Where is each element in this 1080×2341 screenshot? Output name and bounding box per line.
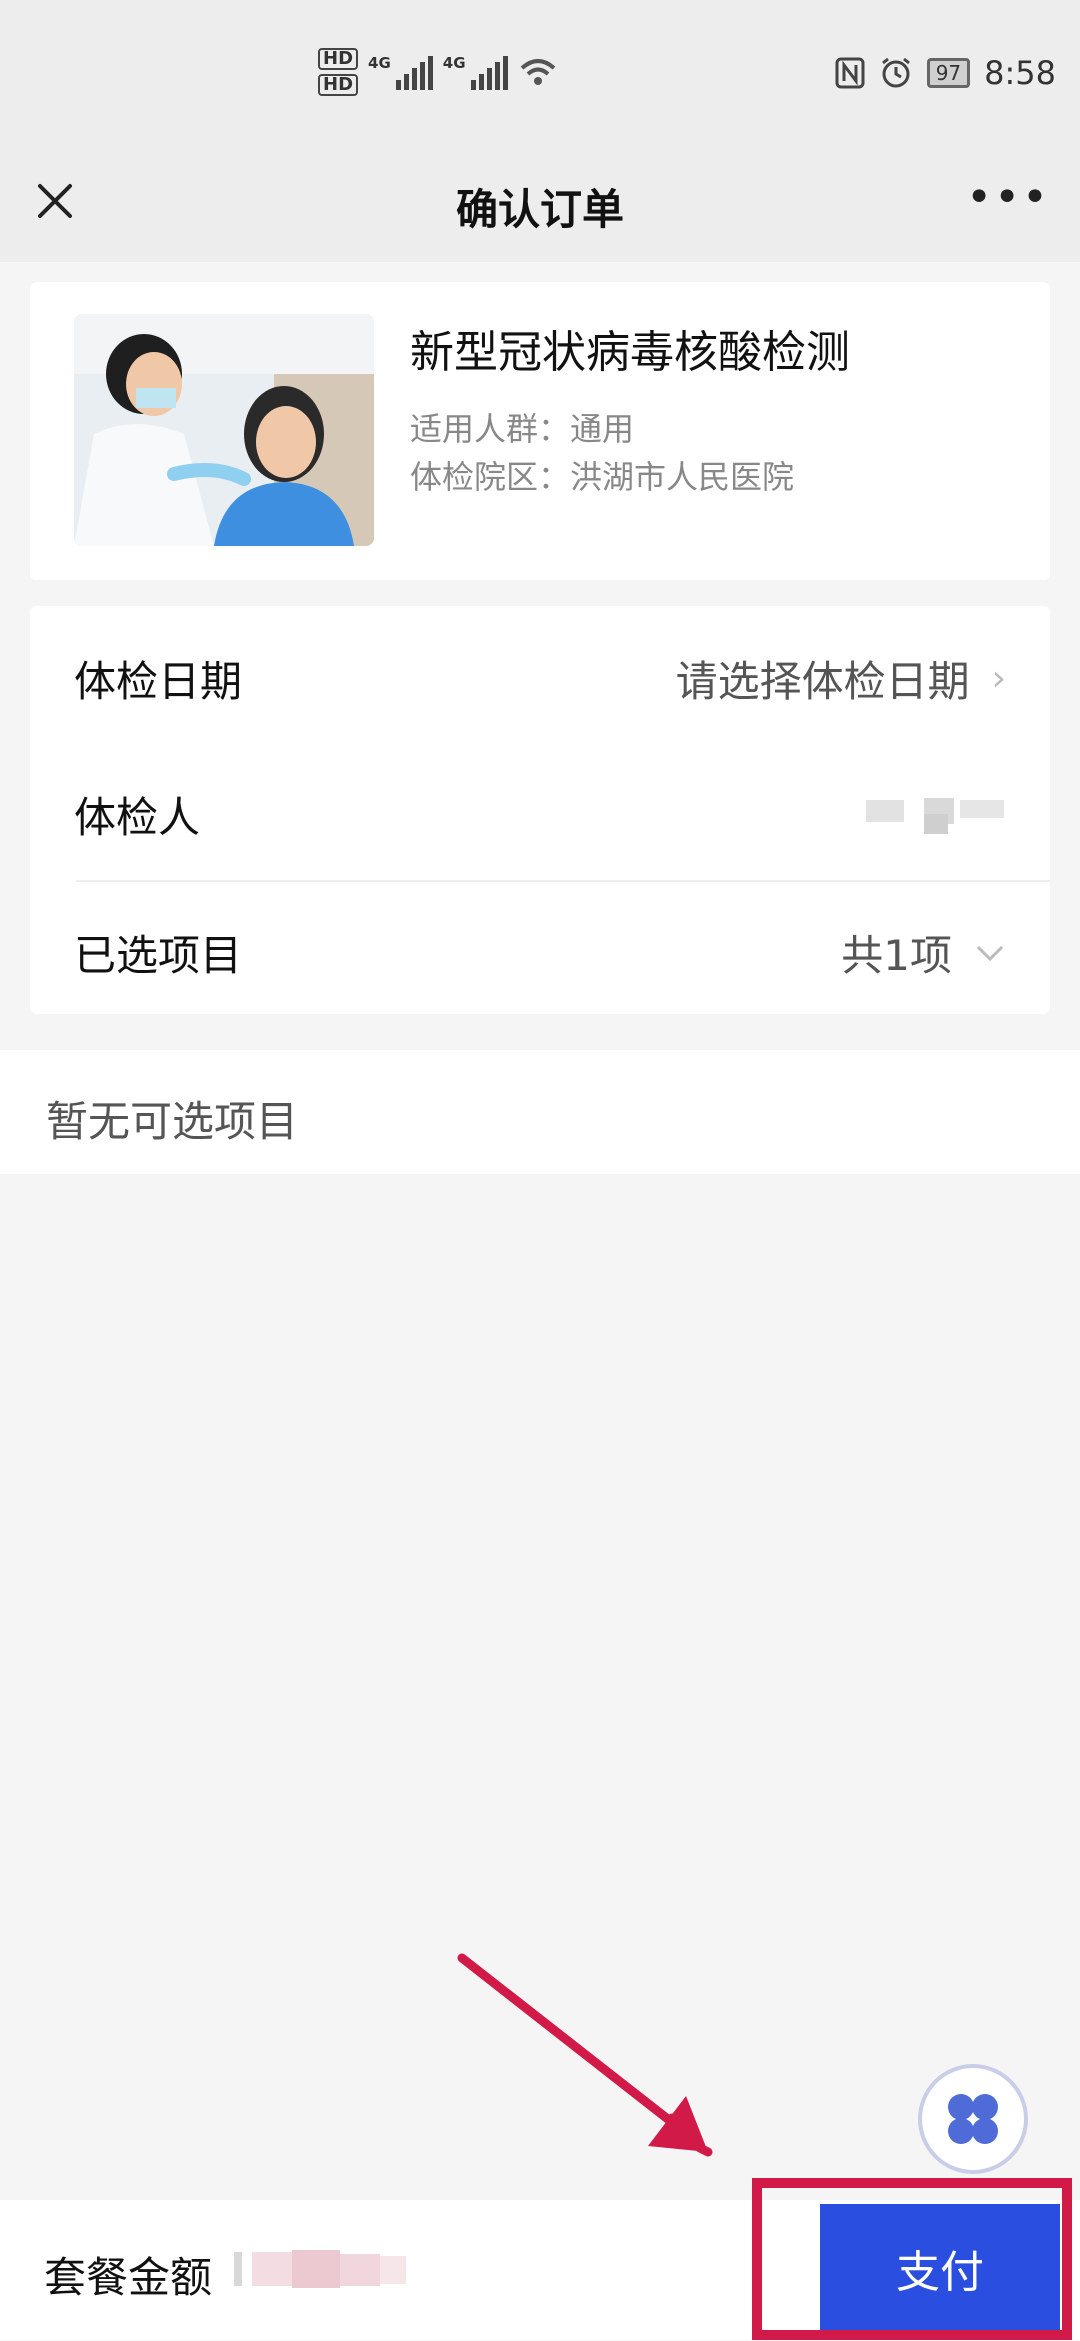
nfc-icon — [835, 57, 865, 89]
package-amount-redacted — [234, 2250, 406, 2288]
status-bar-left: HD HD 4G 4G — [318, 48, 558, 96]
empty-items-note: 暂无可选项目 — [0, 1050, 1080, 1174]
network-type-2: 4G — [442, 54, 466, 72]
hd-badges: HD HD — [318, 48, 359, 96]
exam-date-row[interactable]: 体检日期 请选择体检日期 › — [30, 606, 1050, 742]
product-card[interactable]: 新型冠状病毒核酸检测 适用人群：通用 体检院区：洪湖市人民医院 — [30, 282, 1050, 580]
exam-date-value: 请选择体检日期 › — [676, 648, 1006, 709]
order-info-list: 体检日期 请选择体检日期 › 体检人 已选项目 共1项 — [30, 606, 1050, 1014]
battery-indicator: 97 — [926, 58, 971, 88]
alarm-icon — [881, 57, 910, 88]
pay-button[interactable]: 支付 — [820, 2204, 1060, 2340]
pay-button-label: 支付 — [896, 2247, 984, 2298]
exam-date-label: 体检日期 — [74, 657, 243, 706]
floating-menu-button[interactable] — [918, 2064, 1028, 2174]
selected-items-count: 共1项 — [841, 931, 952, 980]
product-name: 新型冠状病毒核酸检测 — [410, 327, 850, 378]
chevron-right-icon: › — [991, 658, 1006, 699]
exam-date-placeholder: 请选择体检日期 — [675, 657, 970, 706]
status-bar: HD HD 4G 4G 97 8:58 — [0, 0, 1080, 150]
selected-items-label: 已选项目 — [74, 931, 243, 980]
product-image — [74, 314, 374, 546]
status-bar-right: 97 8:58 — [835, 54, 1056, 92]
examinee-label: 体检人 — [74, 793, 201, 842]
more-icon[interactable]: ••• — [966, 172, 1050, 223]
examinee-name-redacted — [866, 798, 1006, 834]
chevron-down-icon — [976, 945, 1004, 961]
clock: 8:58 — [984, 54, 1056, 92]
nav-bar: 确认订单 ••• — [0, 150, 1080, 262]
wifi-icon — [520, 59, 555, 85]
signal-icon-2: 4G — [443, 54, 508, 90]
product-audience: 适用人群：通用 — [410, 410, 635, 448]
hd-badge-2: HD — [318, 74, 359, 96]
hd-badge-1: HD — [318, 48, 359, 70]
selected-items-value: 共1项 — [841, 922, 1006, 983]
empty-items-text: 暂无可选项目 — [46, 1097, 299, 1146]
clover-icon — [948, 2094, 998, 2144]
examinee-row[interactable]: 体检人 — [30, 742, 1050, 878]
package-amount-label: 套餐金额 — [44, 2253, 213, 2302]
page-title: 确认订单 — [455, 185, 624, 234]
network-type-1: 4G — [368, 54, 391, 72]
selected-items-row[interactable]: 已选项目 共1项 — [30, 880, 1050, 1016]
signal-icon-1: 4G — [368, 54, 433, 90]
product-hospital: 体检院区：洪湖市人民医院 — [410, 458, 795, 496]
